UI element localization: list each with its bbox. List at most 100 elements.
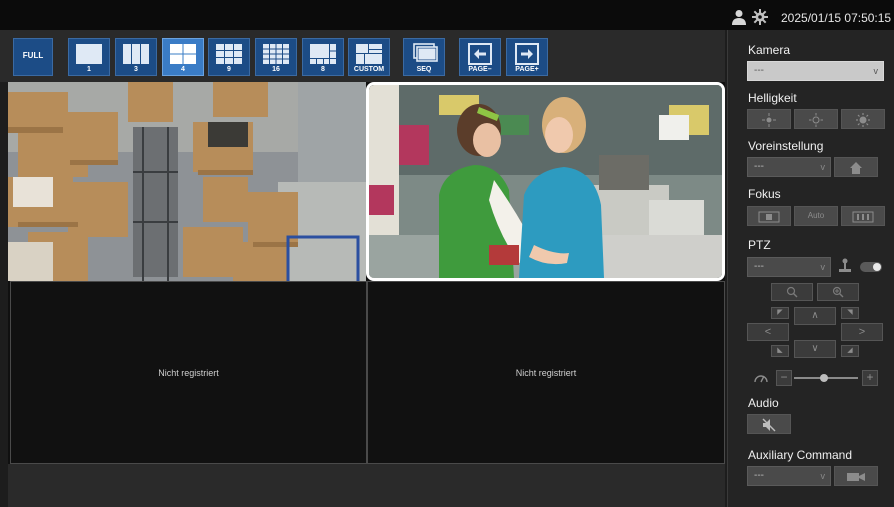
focus-auto-label: Auto (807, 211, 825, 220)
arrow-left-icon (468, 43, 492, 65)
brightness-icon (809, 113, 823, 127)
camera-select-value: --- (754, 65, 764, 76)
top-status-bar: 2025/01/15 07:50:15 (0, 0, 894, 30)
arrow-right-icon (515, 43, 539, 65)
datetime: 2025/01/15 07:50:15 (781, 11, 892, 25)
layout-3-button[interactable]: 3 (115, 38, 157, 76)
brightness-down-button[interactable] (747, 109, 791, 129)
aux-command-select[interactable]: --- v (747, 466, 831, 486)
preset-select-value: --- (754, 161, 764, 172)
layout-9-icon (216, 44, 242, 64)
layout-16-button[interactable]: 16 (255, 38, 297, 76)
speaker-muted-icon (762, 418, 776, 432)
home-icon (850, 162, 862, 174)
layout-8-button[interactable]: 8 (302, 38, 344, 76)
ptz-down-button[interactable]: ∨ (794, 340, 836, 358)
preset-home-button[interactable] (834, 157, 878, 177)
full-button-label: FULL (22, 51, 44, 60)
video-cell-4[interactable]: Nicht registriert (367, 281, 725, 464)
not-registered-text: Nicht registriert (158, 367, 219, 378)
brightness-reset-button[interactable] (794, 109, 838, 129)
speed-increase-button[interactable]: + (862, 370, 878, 386)
full-button[interactable]: FULL (13, 38, 53, 76)
brightness-high-icon (856, 113, 870, 127)
video-cell-1[interactable] (8, 82, 366, 281)
sequence-label: SEQ (416, 66, 432, 73)
not-registered-text: Nicht registriert (515, 367, 577, 378)
layout-4-icon (170, 44, 196, 64)
page-minus-label: PAGE– (468, 66, 492, 73)
camera-select[interactable]: --- v (747, 61, 884, 81)
zoom-in-icon (832, 286, 844, 298)
layout-16-icon (263, 44, 289, 64)
bottom-area (8, 464, 725, 507)
ptz-left-button[interactable]: < (747, 323, 789, 341)
aux-command-send-button[interactable] (834, 466, 878, 486)
sequence-icon (413, 43, 438, 62)
camera-title: Kamera (748, 43, 791, 57)
chevron-down-icon: v (873, 66, 879, 76)
preset-title: Voreinstellung (748, 139, 824, 153)
layout-4-button[interactable]: 4 (162, 38, 204, 76)
warehouse-video-feed (8, 82, 366, 281)
speed-icon (754, 375, 768, 383)
video-grid: Nicht registriert Nicht registriert (8, 82, 725, 464)
zoom-out-button[interactable] (771, 283, 813, 301)
chevron-down-icon: v (820, 262, 826, 272)
ptz-up-right-button[interactable]: ◥ (841, 307, 859, 319)
focus-far-button[interactable] (841, 206, 885, 226)
ptz-down-right-button[interactable]: ◢ (841, 345, 859, 357)
toggle-knob (873, 263, 881, 271)
control-panel: Kamera --- v Helligkeit Voreinstellung -… (727, 30, 894, 507)
page-plus-button[interactable]: PAGE+ (506, 38, 548, 76)
ptz-toggle[interactable] (860, 262, 882, 272)
zoom-in-button[interactable] (817, 283, 859, 301)
audio-mute-button[interactable] (747, 414, 791, 434)
layout-custom-button[interactable]: CUSTOM (348, 38, 390, 76)
gear-icon[interactable] (752, 9, 768, 25)
layout-8-icon (310, 44, 336, 64)
ptz-title: PTZ (748, 238, 771, 252)
layout-1-button[interactable]: 1 (68, 38, 110, 76)
layout-8-label: 8 (321, 66, 325, 73)
ptz-right-button[interactable]: > (841, 323, 883, 341)
video-cell-3[interactable]: Nicht registriert (10, 281, 367, 464)
layout-custom-icon (356, 44, 382, 64)
speed-decrease-button[interactable]: − (776, 370, 792, 386)
layout-custom-label: CUSTOM (353, 66, 385, 73)
ptz-up-left-button[interactable]: ◤ (771, 307, 789, 319)
layout-1-label: 1 (87, 66, 91, 73)
focus-auto-button[interactable]: Auto (794, 206, 838, 226)
user-icon[interactable] (731, 9, 747, 25)
chevron-down-icon: v (820, 471, 826, 481)
ptz-select[interactable]: --- v (747, 257, 831, 277)
focus-title: Fokus (748, 187, 781, 201)
layout-toolbar: FULL 1 3 4 9 16 8 CUSTOM SEQ PAGE– PAGE+ (0, 30, 725, 82)
joystick-icon (839, 258, 851, 272)
page-minus-button[interactable]: PAGE– (459, 38, 501, 76)
sequence-button[interactable]: SEQ (403, 38, 445, 76)
layout-4-label: 4 (181, 66, 185, 73)
video-cell-2-selected[interactable] (366, 82, 725, 281)
layout-3-icon (123, 44, 149, 64)
ptz-select-value: --- (754, 261, 764, 272)
brightness-title: Helligkeit (748, 91, 797, 105)
layout-9-button[interactable]: 9 (208, 38, 250, 76)
checkout-video-feed (369, 85, 722, 278)
brightness-up-button[interactable] (841, 109, 885, 129)
layout-1-icon (76, 44, 102, 64)
preset-select[interactable]: --- v (747, 157, 831, 177)
aux-camera-icon (847, 473, 865, 481)
aux-command-select-value: --- (754, 470, 764, 481)
ptz-down-left-button[interactable]: ◣ (771, 345, 789, 357)
focus-near-button[interactable] (747, 206, 791, 226)
chevron-down-icon: v (820, 162, 826, 172)
ptz-up-button[interactable]: ∧ (794, 307, 836, 325)
layout-16-label: 16 (272, 66, 280, 73)
audio-title: Audio (748, 396, 779, 410)
speed-slider-knob[interactable] (820, 374, 828, 382)
focus-far-icon (852, 211, 874, 223)
layout-3-label: 3 (134, 66, 138, 73)
aux-command-title: Auxiliary Command (748, 448, 853, 462)
zoom-out-icon (786, 286, 798, 298)
